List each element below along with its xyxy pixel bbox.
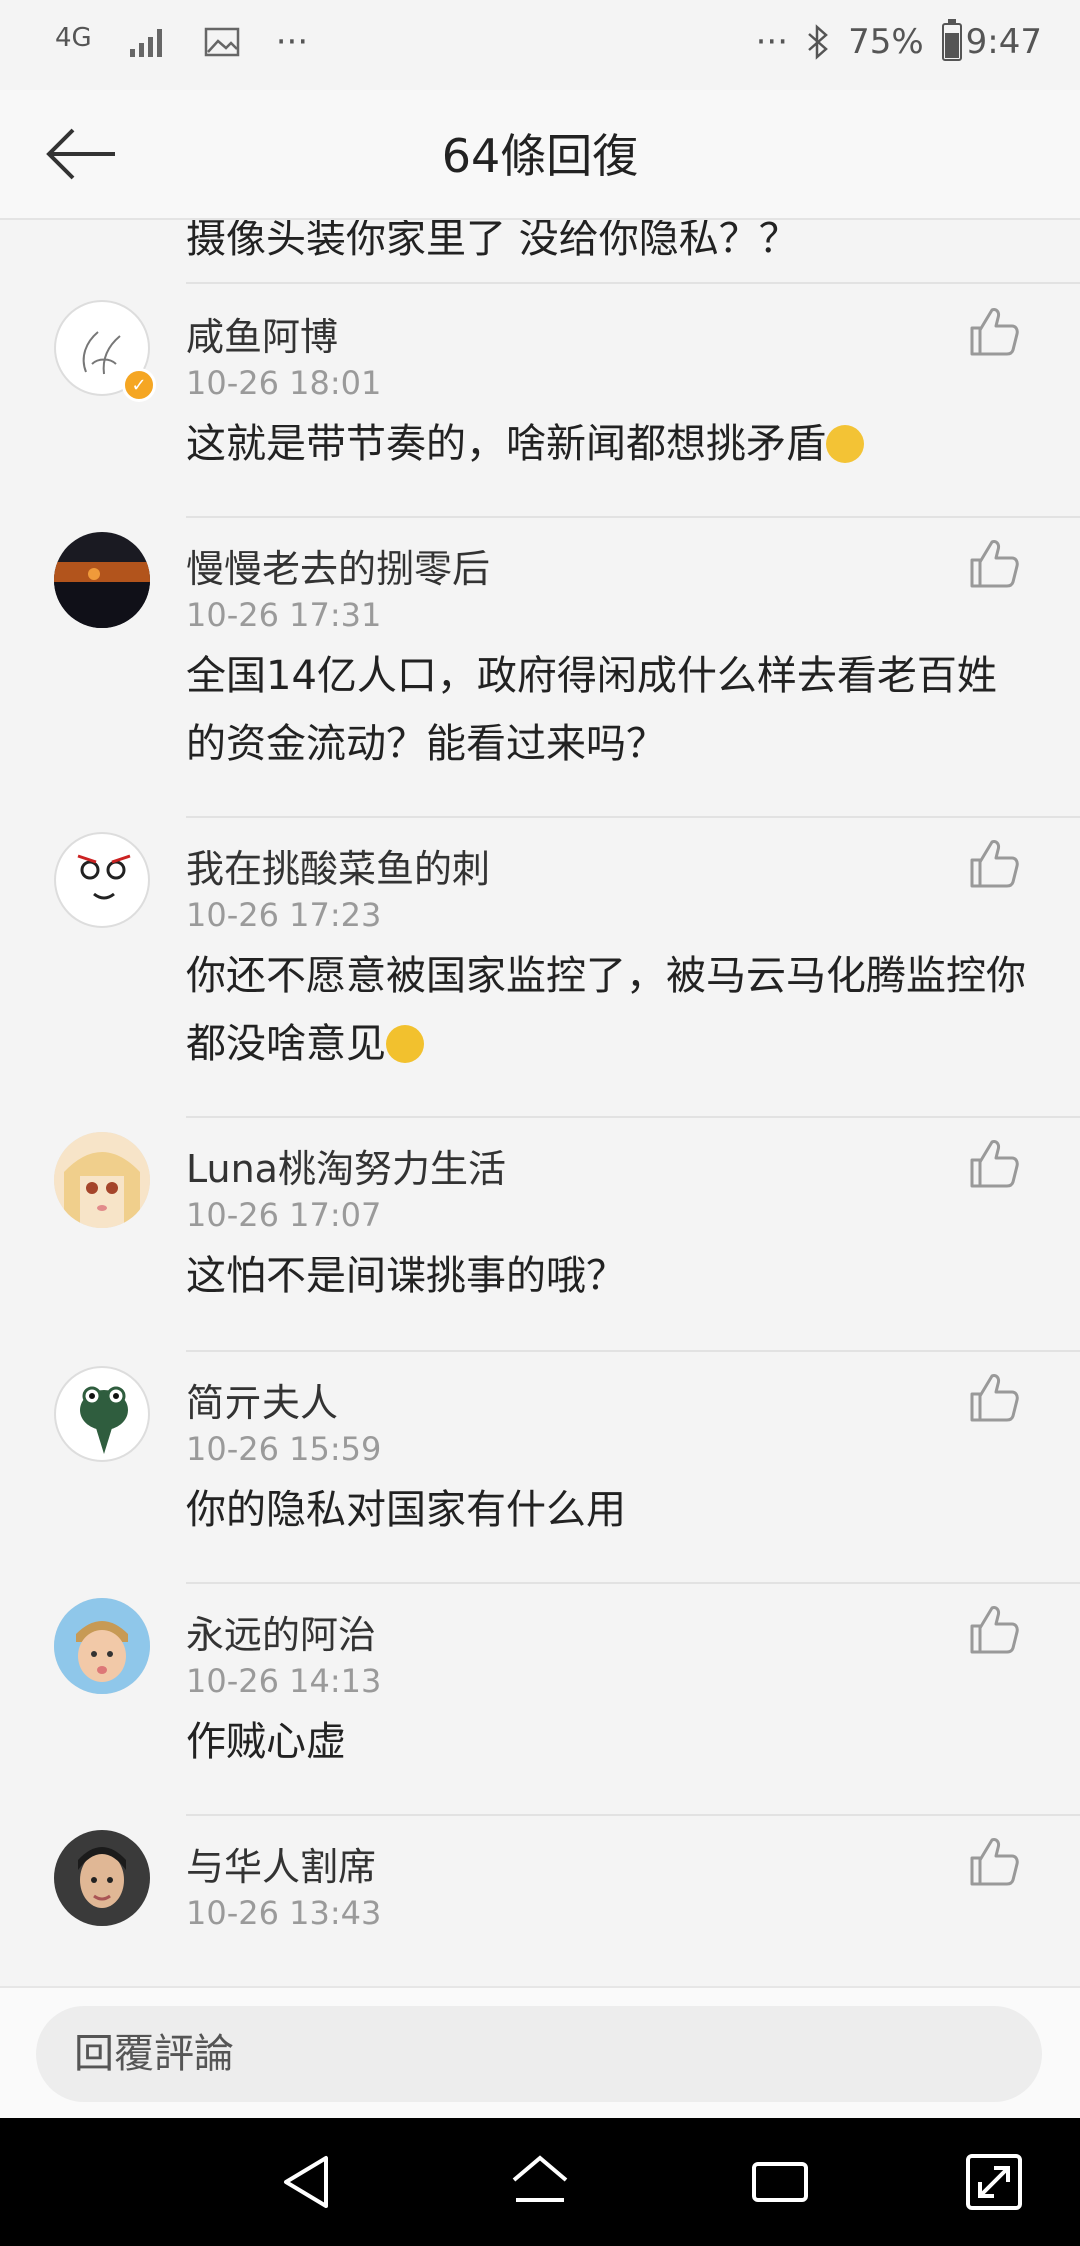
comment-time: 10-26 13:43 [186,1894,382,1932]
commenter-name[interactable]: 慢慢老去的捌零后 [186,538,490,593]
nav-back-icon[interactable] [276,2150,340,2214]
comment-text: 这怕不是间谍挑事的哦？ [186,1253,626,1299]
comment-text: 作贼心虚 [186,1719,346,1765]
divider [186,816,1080,818]
like-icon[interactable] [966,536,1022,592]
frog-avatar-icon[interactable] [54,1366,150,1462]
like-icon[interactable] [966,1370,1022,1426]
signal-icon [129,29,162,57]
bluetooth-icon [808,24,828,60]
battery-percent: 75% [848,22,924,62]
smile-emoji-icon [826,425,864,463]
nav-recents-icon[interactable] [748,2150,812,2214]
comment-text: 你的隐私对国家有什么用 [186,1487,626,1533]
network-type: 4G [55,23,92,53]
comment-time: 10-26 17:31 [186,596,382,634]
like-icon[interactable] [966,304,1022,360]
reply-input[interactable]: 回覆評論 [36,2006,1042,2102]
like-icon[interactable] [966,1136,1022,1192]
sunset-avatar-icon[interactable] [54,532,150,628]
anime-girl-avatar-icon[interactable] [54,1132,150,1228]
page-title: 64條回復 [441,129,639,183]
child-avatar-icon[interactable] [54,1598,150,1694]
comment-list[interactable]: 摄像头装你家里了 没给你隐私？？ ✓ 咸鱼阿博 10-26 18:01 这就是带… [0,218,1080,1986]
more-status-icon: ··· [755,22,789,62]
comment-text: 你还不愿意被国家监控了，被马云马化腾监控你都没啥意见 [186,953,1026,1067]
divider [186,1582,1080,1584]
divider [186,1116,1080,1118]
cartoon-face-avatar-icon[interactable] [54,832,150,928]
verified-badge-icon: ✓ [122,368,156,402]
battery-icon [941,19,962,61]
divider [186,1350,1080,1352]
comment-text: 全国14亿人口，政府得闲成什么样去看老百姓的资金流动？能看过来吗？ [186,653,997,767]
commenter-name[interactable]: 永远的阿治 [186,1604,376,1659]
commenter-name[interactable]: 咸鱼阿博 [186,306,338,361]
comment-time: 10-26 17:23 [186,896,382,934]
comment-text: 这就是带节奏的，啥新闻都想挑矛盾 [186,410,1036,478]
reply-bar: 回覆評論 [0,1986,1080,2120]
comment-time: 10-26 14:13 [186,1662,382,1700]
comment-time: 10-26 15:59 [186,1430,382,1468]
navigation-bar [0,2118,1080,2246]
clock: 9:47 [965,22,1042,62]
commenter-name[interactable]: 简亓夫人 [186,1372,338,1427]
comment-time: 10-26 17:07 [186,1196,382,1234]
like-icon[interactable] [966,1602,1022,1658]
nav-home-icon[interactable] [508,2150,572,2214]
divider [186,516,1080,518]
like-icon[interactable] [966,836,1022,892]
woman-avatar-icon[interactable] [54,1830,150,1926]
nav-expand-icon[interactable] [962,2150,1026,2214]
more-notifications-icon: ··· [275,22,309,62]
image-icon [204,27,239,57]
status-bar: 4G ··· ··· 75% 9:47 [0,0,1080,90]
title-bar: 64條回復 [0,90,1080,220]
commenter-name[interactable]: 我在挑酸菜鱼的刺 [186,838,490,893]
partial-comment-text: 摄像头装你家里了 没给你隐私？？ [186,218,799,262]
divider [186,1814,1080,1816]
laughing-tears-emoji-icon [386,1025,424,1063]
like-icon[interactable] [966,1834,1022,1890]
commenter-name[interactable]: 与华人割席 [186,1836,376,1891]
divider [186,282,1080,284]
comment-time: 10-26 18:01 [186,364,382,402]
commenter-name[interactable]: Luna桃淘努力生活 [186,1138,506,1193]
